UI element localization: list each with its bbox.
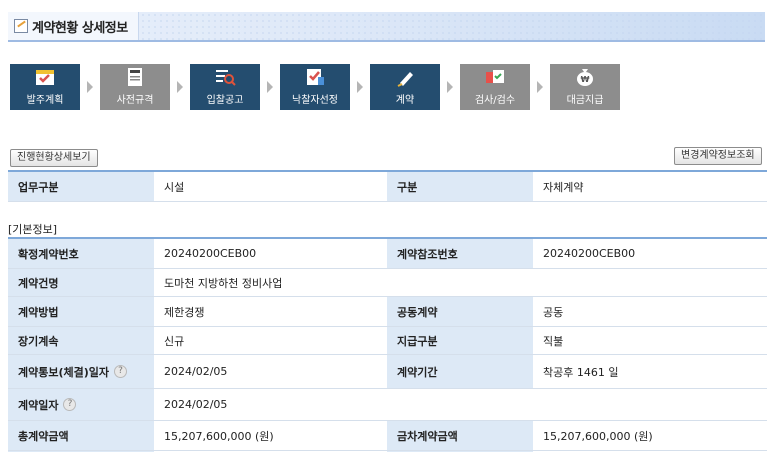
division-label: 구분 [387, 172, 533, 201]
period-label: 계약기간 [387, 355, 533, 388]
long-term-value: 신규 [154, 327, 387, 354]
memo-icon [14, 19, 28, 33]
step-pre-spec[interactable]: 사전규격 [100, 64, 170, 110]
contract-no-label: 확정계약번호 [8, 239, 154, 268]
table-row: 계약통보(체결)일자 ? 2024/02/05 계약기간 착공후 1461 일 [8, 355, 767, 389]
step-label: 대금지급 [566, 95, 604, 106]
step-payment[interactable]: ₩ 대금지급 [550, 64, 620, 110]
step-arrow [440, 64, 460, 110]
notice-date-value: 2024/02/05 [154, 355, 387, 388]
table-row: 업무구분 시설 구분 자체계약 [8, 172, 767, 202]
table-row: 확정계약번호 20240200CEB00 계약참조번호 20240200CEB0… [8, 239, 767, 269]
step-label: 사전규격 [116, 95, 154, 106]
table-row: 계약건명 도마천 지방하천 정비사업 [8, 269, 767, 297]
method-value: 제한경쟁 [154, 297, 387, 326]
title-tab: 계약현황 상세정보 [8, 12, 139, 40]
contract-date-header: 계약일자 ? [8, 389, 154, 420]
ref-no-value: 20240200CEB00 [533, 239, 767, 268]
svg-text:₩: ₩ [581, 75, 590, 84]
checklist-icon [304, 67, 326, 87]
step-arrow [170, 64, 190, 110]
contract-date-value: 2024/02/05 [154, 389, 767, 420]
notice-date-label: 계약통보(체결)일자 [18, 365, 110, 379]
step-contract[interactable]: 계약 [370, 64, 440, 110]
money-bag-icon: ₩ [574, 67, 596, 87]
contract-name-value: 도마천 지방하천 정비사업 [154, 269, 767, 296]
pen-sign-icon [394, 67, 416, 87]
total-amount-value: 15,207,600,000 (원) [154, 421, 387, 450]
change-contract-button[interactable]: 변경계약정보조회 [674, 147, 762, 165]
notice-date-header: 계약통보(체결)일자 ? [8, 355, 154, 388]
step-winner-selection[interactable]: 낙찰자선정 [280, 64, 350, 110]
table-row: 계약일자 ? 2024/02/05 [8, 389, 767, 421]
current-amount-label: 금차계약금액 [387, 421, 533, 450]
table-row: 총계약금액 15,207,600,000 (원) 금차계약금액 15,207,6… [8, 421, 767, 451]
joint-label: 공동계약 [387, 297, 533, 326]
step-arrow [350, 64, 370, 110]
help-icon[interactable]: ? [114, 365, 128, 378]
current-amount-value: 15,207,600,000 (원) [533, 421, 767, 450]
work-type-value: 시설 [154, 172, 387, 201]
inspection-icon [484, 67, 506, 87]
search-list-icon [214, 67, 236, 87]
step-order-plan[interactable]: 발주계획 [10, 64, 80, 110]
page-title: 계약현황 상세정보 [32, 20, 128, 36]
process-steps: 발주계획 사전규격 입찰공고 낙찰자선정 계약 검사/검수 ₩ 대금지급 [10, 64, 620, 110]
basic-info-table: 확정계약번호 20240200CEB00 계약참조번호 20240200CEB0… [8, 237, 767, 452]
step-arrow [80, 64, 100, 110]
summary-table: 업무구분 시설 구분 자체계약 [8, 170, 767, 202]
document-spec-icon [124, 67, 146, 87]
long-term-label: 장기계속 [8, 327, 154, 354]
contract-name-label: 계약건명 [8, 269, 154, 296]
basic-info-heading: [기본정보] [8, 223, 58, 236]
step-label: 입찰공고 [206, 95, 244, 106]
payment-type-value: 직불 [533, 327, 767, 354]
table-row: 장기계속 신규 지급구분 직불 [8, 327, 767, 355]
contract-date-label: 계약일자 [18, 398, 59, 412]
total-amount-label: 총계약금액 [8, 421, 154, 450]
step-arrow [530, 64, 550, 110]
step-bid-notice[interactable]: 입찰공고 [190, 64, 260, 110]
ref-no-label: 계약참조번호 [387, 239, 533, 268]
work-type-label: 업무구분 [8, 172, 154, 201]
step-inspection[interactable]: 검사/검수 [460, 64, 530, 110]
step-label: 낙찰자선정 [292, 95, 338, 106]
method-label: 계약방법 [8, 297, 154, 326]
calendar-check-icon [34, 67, 56, 87]
contract-no-value: 20240200CEB00 [154, 239, 387, 268]
step-label: 검사/검수 [474, 95, 516, 106]
progress-detail-button[interactable]: 진행현황상세보기 [10, 149, 98, 167]
payment-type-label: 지급구분 [387, 327, 533, 354]
joint-value: 공동 [533, 297, 767, 326]
step-label: 발주계획 [26, 95, 64, 106]
period-value: 착공후 1461 일 [533, 355, 767, 388]
table-row: 계약방법 제한경쟁 공동계약 공동 [8, 297, 767, 327]
step-label: 계약 [395, 95, 415, 106]
help-icon[interactable]: ? [63, 398, 77, 411]
title-bar: 계약현황 상세정보 [8, 12, 765, 42]
division-value: 자체계약 [533, 172, 767, 201]
step-arrow [260, 64, 280, 110]
